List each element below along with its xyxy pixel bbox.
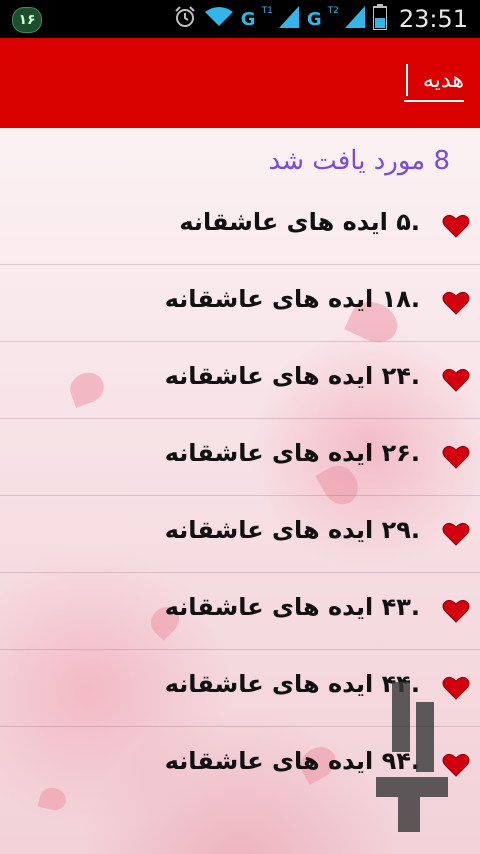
text-cursor bbox=[406, 64, 408, 96]
heart-icon bbox=[442, 212, 470, 240]
app-bar bbox=[0, 38, 480, 128]
result-count: 8 مورد یافت شد bbox=[268, 146, 450, 176]
carrier1-label: G bbox=[240, 8, 256, 30]
status-icons: G T1 G T2 23:51 bbox=[173, 0, 468, 38]
search-field[interactable] bbox=[404, 60, 464, 102]
list-item-label: .۱۸ ایده های عاشقانه bbox=[164, 285, 420, 313]
list-item-label: .۵ ایده های عاشقانه bbox=[179, 208, 420, 236]
alarm-icon bbox=[173, 5, 197, 33]
carrier2-sup: T2 bbox=[327, 6, 339, 16]
heart-icon bbox=[442, 366, 470, 394]
notification-badge: ۱۶ bbox=[12, 7, 42, 33]
signal-icon bbox=[278, 6, 299, 32]
list-item-label: .۲۹ ایده های عاشقانه bbox=[164, 516, 420, 544]
status-bar: ۱۶ G T1 G T2 23:51 bbox=[0, 0, 480, 38]
list-item-label: .۴۳ ایده های عاشقانه bbox=[164, 593, 420, 621]
list-item-label: .۲۶ ایده های عاشقانه bbox=[164, 439, 420, 467]
bazaar-logo-icon bbox=[376, 682, 448, 832]
list-item[interactable]: .۲۹ ایده های عاشقانه bbox=[0, 496, 480, 573]
heart-icon bbox=[442, 597, 470, 625]
battery-icon bbox=[371, 4, 388, 34]
heart-icon bbox=[442, 289, 470, 317]
signal-icon bbox=[344, 6, 365, 32]
status-time: 23:51 bbox=[398, 5, 468, 33]
list-item[interactable]: .۲۶ ایده های عاشقانه bbox=[0, 419, 480, 496]
heart-icon bbox=[442, 443, 470, 471]
search-input[interactable] bbox=[404, 60, 464, 100]
list-item[interactable]: .۴۳ ایده های عاشقانه bbox=[0, 573, 480, 650]
carrier1-sup: T1 bbox=[261, 6, 273, 16]
list-item-label: .۲۴ ایده های عاشقانه bbox=[164, 362, 420, 390]
carrier2-label: G bbox=[306, 8, 322, 30]
list-item[interactable]: .۲۴ ایده های عاشقانه bbox=[0, 342, 480, 419]
wifi-icon bbox=[204, 6, 233, 32]
heart-icon bbox=[442, 520, 470, 548]
list-item[interactable]: .۵ ایده های عاشقانه bbox=[0, 188, 480, 265]
list-item[interactable]: .۱۸ ایده های عاشقانه bbox=[0, 265, 480, 342]
